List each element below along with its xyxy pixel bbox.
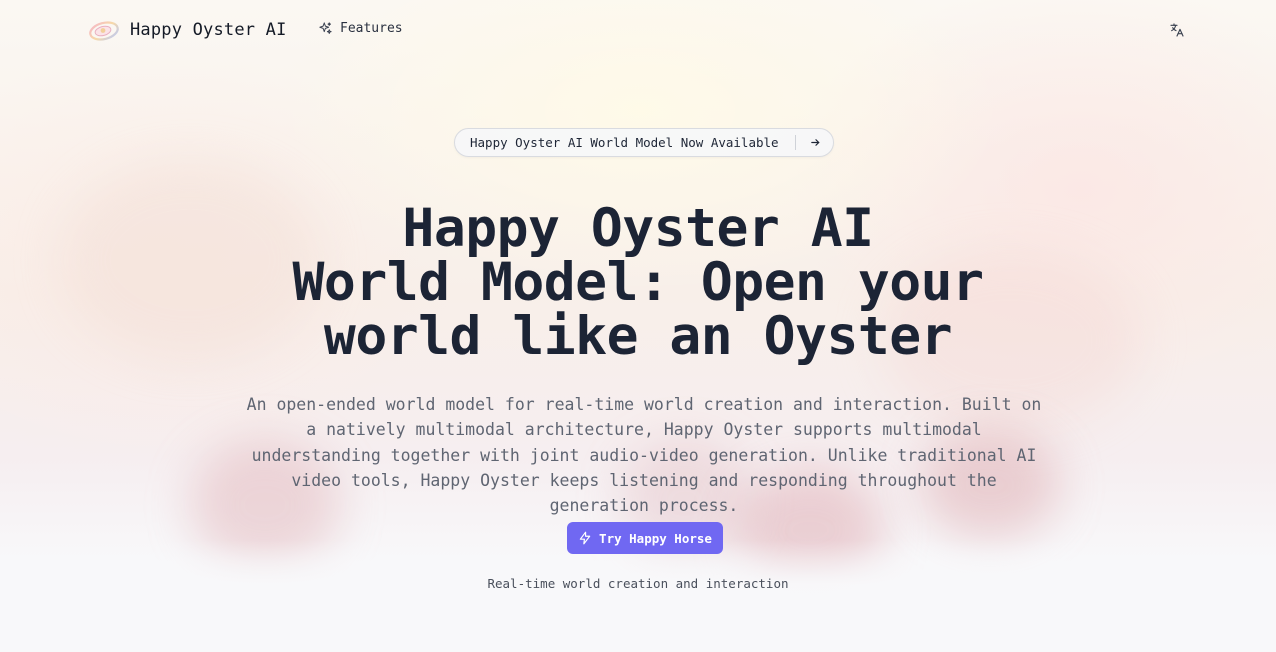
translate-icon: [1170, 23, 1184, 37]
announcement-divider: [795, 135, 796, 150]
language-switch-button[interactable]: [1168, 21, 1186, 39]
hero-title: Happy Oyster AI World Model: Open your w…: [0, 202, 1276, 364]
announcement-pill[interactable]: Happy Oyster AI World Model Now Availabl…: [454, 128, 834, 157]
sparkles-icon: [319, 22, 332, 34]
hero-description: An open-ended world model for real-time …: [246, 395, 1042, 516]
site-header: Happy Oyster AI Features: [0, 0, 1276, 60]
cta-label: Try Happy Horse: [599, 530, 712, 546]
oyster-logo-icon: [88, 17, 120, 43]
nav-features-link[interactable]: Features: [318, 21, 403, 36]
hero-title-line: World Model: Open your: [292, 252, 985, 313]
hero-tagline: Real-time world creation and interaction: [487, 576, 789, 591]
hero-title-line: world like an Oyster: [323, 306, 953, 367]
announcement-text: Happy Oyster AI World Model Now Availabl…: [470, 135, 779, 150]
arrow-right-icon: [810, 137, 821, 148]
hero-title-line: Happy Oyster AI: [402, 198, 874, 259]
brand-name: Happy Oyster AI: [130, 20, 287, 40]
brand-home-link[interactable]: Happy Oyster AI: [88, 17, 287, 43]
lightning-icon: [579, 531, 591, 545]
try-happy-horse-button[interactable]: Try Happy Horse: [567, 522, 723, 554]
nav-features-label: Features: [340, 21, 403, 36]
